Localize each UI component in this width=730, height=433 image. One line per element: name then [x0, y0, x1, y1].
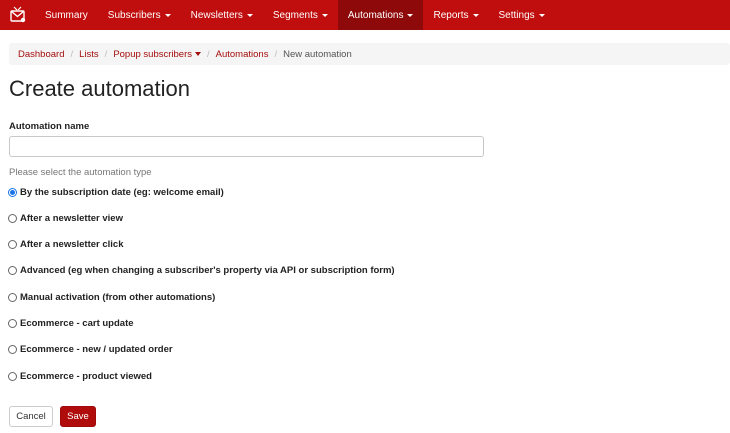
radio-button[interactable] — [8, 266, 17, 275]
breadcrumb-dashboard[interactable]: Dashboard — [18, 49, 64, 60]
caret-down-icon — [538, 13, 545, 17]
nav-summary[interactable]: Summary — [35, 0, 98, 30]
radio-option-manual-activation[interactable]: Manual activation (from other automation… — [8, 292, 215, 303]
radio-button[interactable] — [8, 240, 17, 249]
radio-button[interactable] — [8, 293, 17, 302]
radio-option-label: Manual activation (from other automation… — [20, 292, 216, 303]
radio-option-label: Ecommerce - cart update — [20, 318, 134, 329]
nav-reports[interactable]: Reports — [423, 0, 488, 30]
radio-option-label: After a newsletter view — [20, 213, 123, 224]
nav-label: Segments — [272, 9, 318, 21]
radio-option-label: By the subscription date (eg: welcome em… — [20, 187, 224, 198]
caret-down-icon — [246, 13, 253, 17]
radio-button[interactable] — [8, 345, 17, 354]
breadcrumb-separator: / — [70, 48, 74, 60]
radio-option-label: Ecommerce - product viewed — [20, 371, 152, 382]
automation-name-input[interactable] — [9, 136, 484, 157]
caret-down-icon — [321, 13, 328, 17]
nav-label: Reports — [433, 9, 469, 21]
nav-subscribers[interactable]: Subscribers — [98, 0, 181, 30]
radio-option-advanced[interactable]: Advanced (eg when changing a subscriber'… — [8, 265, 395, 276]
radio-button[interactable] — [8, 372, 17, 381]
nav-newsletters[interactable]: Newsletters — [181, 0, 263, 30]
breadcrumb-automations[interactable]: Automations — [216, 49, 269, 60]
radio-button[interactable] — [8, 188, 17, 197]
radio-option-product-viewed[interactable]: Ecommerce - product viewed — [8, 371, 152, 382]
app-logo[interactable] — [0, 0, 35, 30]
breadcrumb-current: New automation — [283, 48, 352, 60]
nav-label: Subscribers — [107, 9, 161, 21]
radio-option-label: Ecommerce - new / updated order — [20, 344, 173, 355]
radio-option-updated-order[interactable]: Ecommerce - new / updated order — [8, 344, 173, 355]
caret-down-icon — [195, 51, 201, 56]
nav-settings[interactable]: Settings — [489, 0, 555, 30]
breadcrumb-separator: / — [104, 48, 108, 60]
radio-option-cart-update[interactable]: Ecommerce - cart update — [8, 318, 134, 329]
radio-checked-dot — [10, 190, 15, 195]
breadcrumb-separator: / — [207, 48, 210, 60]
radio-option-newsletter-click[interactable]: After a newsletter click — [8, 239, 124, 250]
nav-segments[interactable]: Segments — [263, 0, 338, 30]
breadcrumb-label: Popup subscribers — [113, 48, 192, 60]
radio-option-subscription-date[interactable]: By the subscription date (eg: welcome em… — [8, 187, 224, 198]
nav-automations[interactable]: Automations — [337, 0, 424, 30]
app-logo-icon — [9, 6, 25, 23]
cancel-button[interactable]: Cancel — [9, 406, 53, 427]
breadcrumb-popup-subscribers[interactable]: Popup subscribers — [113, 49, 201, 60]
caret-down-icon — [472, 13, 479, 17]
nav-label: Newsletters — [190, 9, 243, 21]
nav-label: Summary — [45, 9, 88, 21]
radio-option-newsletter-view[interactable]: After a newsletter view — [8, 213, 123, 224]
radio-button[interactable] — [8, 214, 17, 223]
nav-label: Automations — [347, 9, 404, 21]
caret-down-icon — [164, 13, 171, 17]
radio-button[interactable] — [8, 319, 17, 328]
breadcrumb-separator: / — [274, 48, 278, 60]
automation-name-label: Automation name — [9, 121, 90, 132]
page-title: Create automation — [9, 76, 190, 101]
radio-option-label: After a newsletter click — [20, 239, 124, 250]
top-navbar: Summary Subscribers Newsletters Segments… — [0, 0, 730, 30]
radio-option-label: Advanced (eg when changing a subscriber'… — [20, 265, 395, 276]
save-button[interactable]: Save — [60, 406, 96, 427]
breadcrumb: Dashboard / Lists / Popup subscribers / … — [9, 43, 730, 65]
breadcrumb-lists[interactable]: Lists — [79, 49, 99, 60]
automation-type-hint: Please select the automation type — [9, 167, 152, 178]
nav-label: Settings — [498, 9, 535, 21]
caret-down-icon — [407, 13, 414, 17]
